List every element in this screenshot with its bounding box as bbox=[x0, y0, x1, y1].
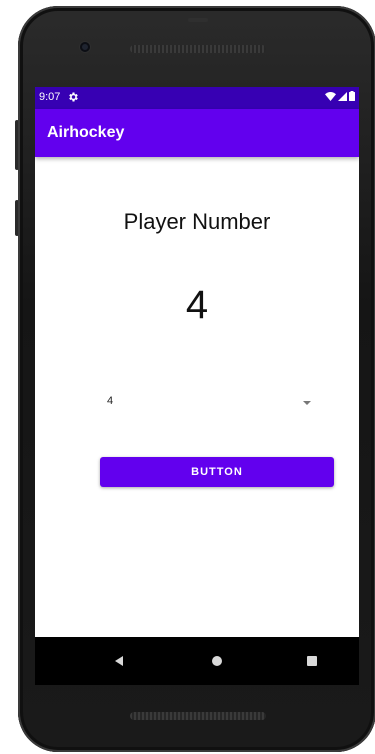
status-bar: 9:07 bbox=[35, 87, 359, 109]
signal-icon bbox=[338, 91, 347, 101]
front-camera bbox=[80, 42, 90, 52]
wifi-icon bbox=[325, 91, 336, 101]
app-bar: Airhockey bbox=[35, 109, 359, 157]
back-icon[interactable] bbox=[115, 656, 123, 666]
recents-icon[interactable] bbox=[307, 656, 317, 666]
status-time: 9:07 bbox=[39, 91, 61, 103]
sensor bbox=[188, 18, 208, 22]
player-number-heading: Player Number bbox=[123, 209, 271, 234]
submit-button[interactable]: BUTTON bbox=[100, 457, 334, 487]
status-icons bbox=[325, 91, 355, 101]
app-title: Airhockey bbox=[47, 124, 125, 141]
top-speaker bbox=[130, 45, 266, 53]
bottom-speaker bbox=[130, 712, 266, 720]
dropdown-arrow-icon bbox=[303, 401, 311, 405]
battery-icon bbox=[349, 91, 355, 101]
home-icon[interactable] bbox=[212, 656, 222, 666]
screen: 9:07 Airhockey Player Number 4 4 BUTTON bbox=[35, 87, 359, 685]
device-frame: 9:07 Airhockey Player Number 4 4 BUTTON bbox=[18, 6, 375, 752]
player-count-spinner[interactable]: 4 bbox=[99, 389, 325, 417]
navigation-bar bbox=[35, 637, 359, 685]
player-number-display: 4 bbox=[185, 283, 209, 327]
settings-icon bbox=[69, 92, 78, 102]
spinner-selected-value: 4 bbox=[107, 395, 114, 407]
